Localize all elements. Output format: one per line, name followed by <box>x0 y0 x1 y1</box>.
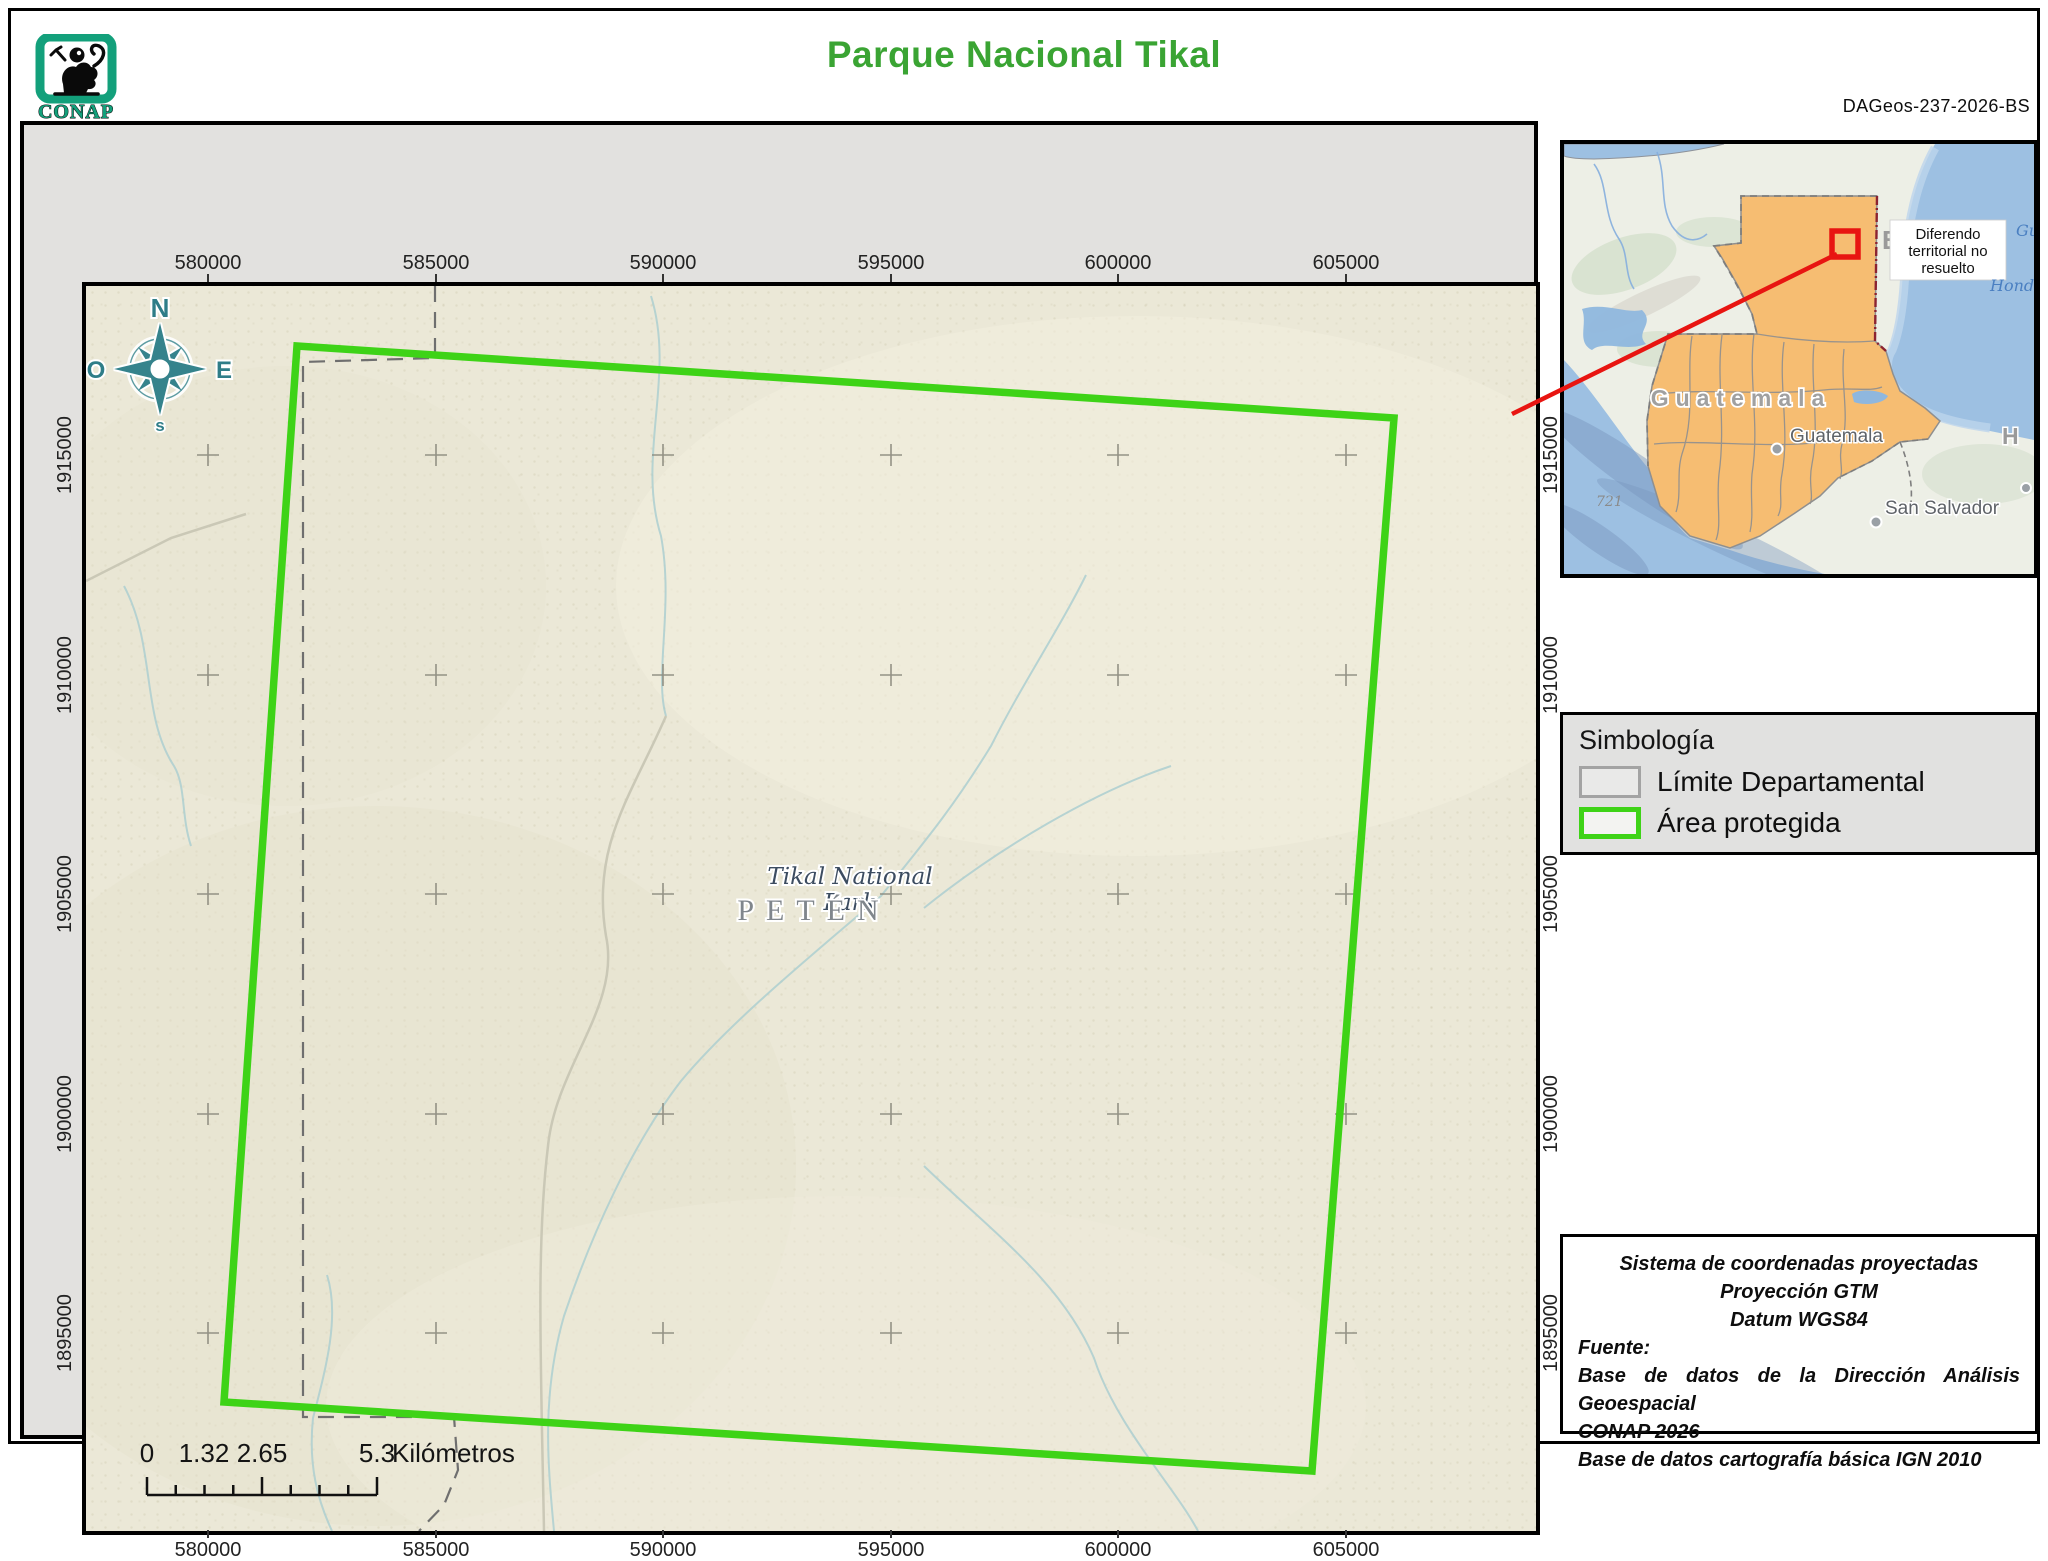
departmental-limit-swatch <box>1579 766 1641 798</box>
san-salvador-label: San Salvador <box>1885 498 2000 519</box>
country-label: Guatemala <box>1651 385 1832 411</box>
page-title: Parque Nacional Tikal <box>826 34 1222 75</box>
credits-box: Sistema de coordenadas proyectadas Proye… <box>1560 1234 2038 1471</box>
department-name-label: PETÉN <box>737 894 890 927</box>
y-tick-left-0: 1915000 <box>53 416 76 494</box>
scale-half: 2.65 <box>237 1438 288 1468</box>
protected-area-swatch <box>1579 807 1641 839</box>
scale-full: 5.3 <box>359 1438 395 1468</box>
honduras-city-dot <box>2020 482 2032 494</box>
y-tick-left-1: 1910000 <box>53 636 76 714</box>
territorial-note-line3: resuelto <box>1921 260 1974 277</box>
legend: Simbología Límite Departamental Área pro… <box>1560 712 2038 855</box>
map-canvas: N E O s Tikal National Park PETÉN 0 1.32… <box>82 282 1540 1535</box>
conap-logo-text: CONAP <box>38 101 114 123</box>
y-tick-left-3: 1900000 <box>53 1075 76 1153</box>
x-tick-bottom-0: 580000 <box>163 1530 253 1561</box>
credits-projection: Proyección GTM <box>1720 1281 1878 1303</box>
scale-unit: Kilómetros <box>392 1438 515 1468</box>
locator-inset-map: B Diferendo territorial no resuelto Guat… <box>1560 140 2038 578</box>
y-tick-right-3: 1900000 <box>1539 1075 1562 1153</box>
park-name-line1: Tikal National <box>767 864 932 890</box>
y-tick-left-4: 1895000 <box>53 1294 76 1372</box>
map-panel: N E O s Tikal National Park PETÉN 0 1.32… <box>20 121 1562 1561</box>
x-tick-top-4: 600000 <box>1073 252 1163 282</box>
legend-row-departmental: Límite Departamental <box>1579 766 2019 798</box>
road-number-label: 721 <box>1596 494 1623 510</box>
scale-quarter: 1.32 <box>179 1438 230 1468</box>
territorial-note-line1: Diferendo <box>1915 226 1980 243</box>
document-id: DAGeos-237-2026-BS <box>1842 96 2030 116</box>
y-tick-right-2: 1905000 <box>1539 855 1562 933</box>
credits-source-heading: Fuente: <box>1578 1337 1651 1359</box>
x-tick-top-2: 590000 <box>618 252 708 282</box>
compass-o-label: O <box>87 357 106 384</box>
x-tick-bottom-4: 600000 <box>1073 1530 1163 1561</box>
y-tick-left-2: 1905000 <box>53 855 76 933</box>
credits-datum: Datum WGS84 <box>1730 1309 1868 1331</box>
credits-source-line3: Base de datos cartografía básica IGN 201… <box>1578 1449 1982 1471</box>
inset-drawing: B Diferendo territorial no resuelto Guat… <box>1564 144 2034 574</box>
legend-item-label: Límite Departamental <box>1657 766 1925 797</box>
credits-source-line2: CONAP 2026 <box>1578 1421 1700 1443</box>
y-tick-right-1: 1910000 <box>1539 636 1562 714</box>
x-tick-bottom-1: 585000 <box>391 1530 481 1561</box>
capital-city-dot <box>1770 442 1784 456</box>
legend-title: Simbología <box>1579 725 1715 755</box>
x-tick-bottom-3: 595000 <box>846 1530 936 1561</box>
scale-0: 0 <box>140 1438 154 1468</box>
x-tick-top-5: 605000 <box>1301 252 1391 282</box>
honduras-label: H o <box>2002 423 2034 449</box>
x-tick-bottom-2: 590000 <box>618 1530 708 1561</box>
sea-label-1: Gu <box>2016 221 2034 240</box>
x-tick-top-3: 595000 <box>846 252 936 282</box>
x-tick-bottom-5: 605000 <box>1301 1530 1391 1561</box>
legend-item-label: Área protegida <box>1657 807 1841 838</box>
x-tick-top-0: 580000 <box>163 252 253 282</box>
map-drawing: N E O s Tikal National Park PETÉN 0 1.32… <box>86 286 1536 1531</box>
credits-source-line1: Base de datos de la Dirección Análisis G… <box>1578 1365 2020 1415</box>
credits-coordinate-system: Sistema de coordenadas proyectadas <box>1619 1253 1979 1275</box>
compass-e-label: E <box>216 357 232 384</box>
capital-city-label: Guatemala <box>1790 426 1883 447</box>
compass-n-label: N <box>151 293 170 323</box>
inset-lake-reservoir <box>1582 306 1647 350</box>
x-tick-top-1: 585000 <box>391 252 481 282</box>
territorial-note-line2: territorial no <box>1908 243 1987 260</box>
conap-logo: CONAP <box>35 34 117 124</box>
sea-label-2: Hond <box>1989 276 2034 295</box>
legend-row-protected-area: Área protegida <box>1579 807 2019 839</box>
compass-s-label: s <box>155 416 164 435</box>
san-salvador-dot <box>1869 515 1883 529</box>
